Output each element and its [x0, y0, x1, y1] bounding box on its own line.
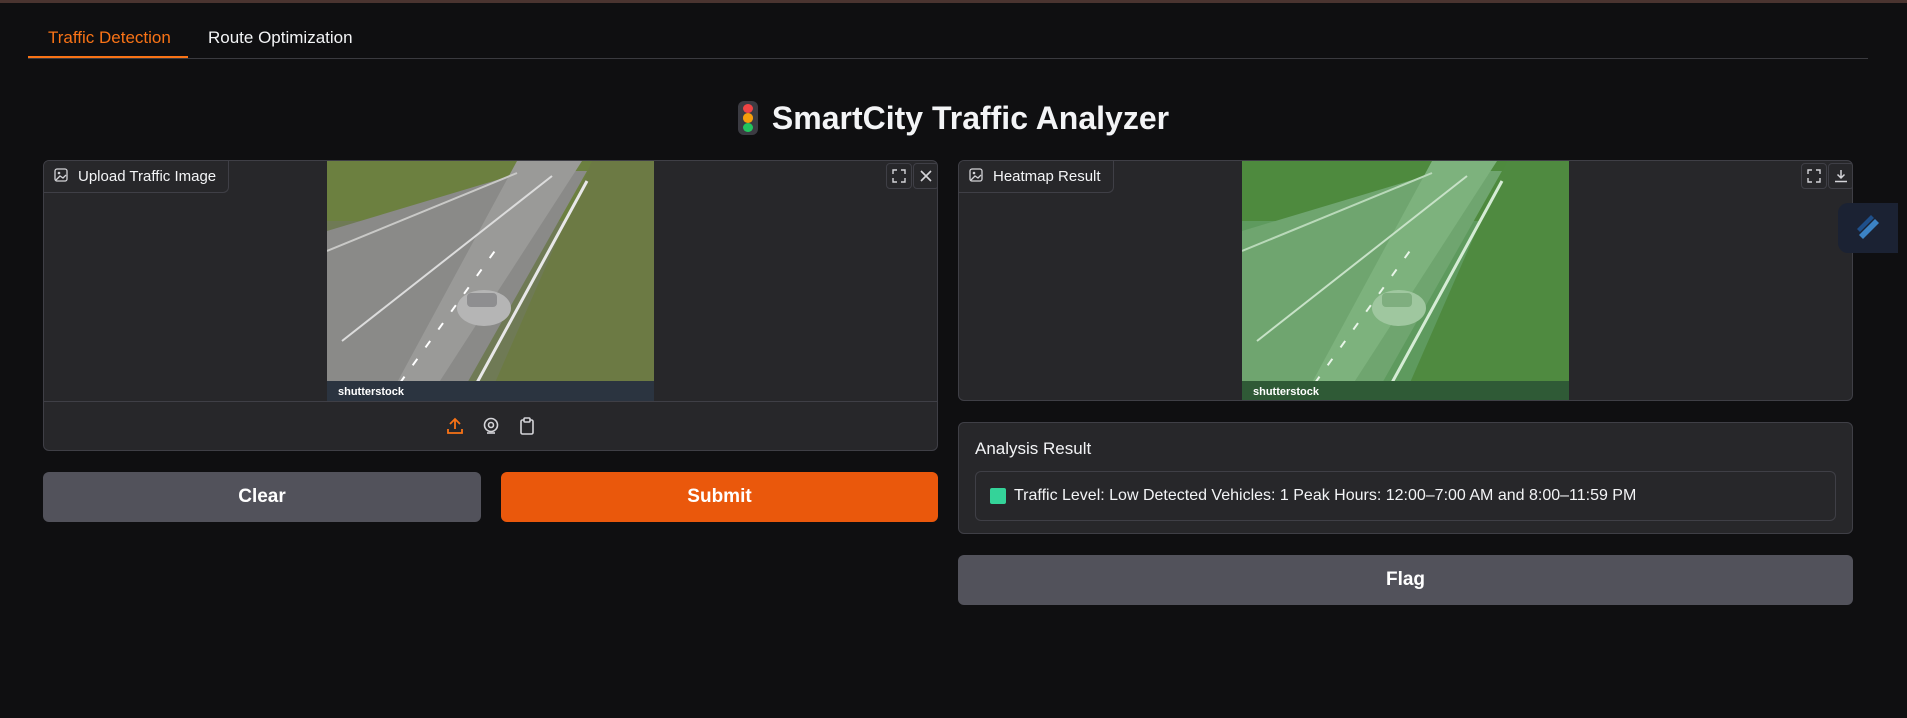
traffic-light-icon: [737, 101, 758, 135]
uploaded-traffic-image: shutterstock: [327, 161, 654, 401]
close-icon[interactable]: [913, 163, 937, 189]
heatmap-result-panel: Heatmap Result shutterstock: [958, 160, 1853, 401]
tab-route-optimization[interactable]: Route Optimization: [208, 28, 353, 48]
window-top-border: [0, 0, 1907, 3]
page-header: SmartCity Traffic Analyzer: [0, 98, 1907, 138]
heatmap-result-label: Heatmap Result: [959, 161, 1114, 193]
image-source-toolbar: [44, 401, 937, 450]
heatmap-result-image: shutterstock: [1242, 161, 1569, 400]
webcam-icon[interactable]: [481, 416, 501, 436]
image-watermark: shutterstock: [338, 386, 405, 398]
active-tab-indicator: [28, 56, 188, 58]
submit-button[interactable]: Submit: [501, 472, 938, 522]
pen-icon: [1853, 211, 1883, 246]
image-icon: [969, 167, 983, 186]
page-title: SmartCity Traffic Analyzer: [771, 99, 1170, 136]
floating-pen-widget[interactable]: [1838, 203, 1898, 253]
analysis-result-panel: Analysis Result Traffic Level: Low Detec…: [958, 422, 1853, 534]
tab-bar: Traffic Detection Route Optimization: [28, 18, 1868, 59]
upload-image-panel: Upload Traffic Image shutterstock: [43, 160, 938, 451]
upload-icon[interactable]: [445, 416, 465, 436]
tab-traffic-detection[interactable]: Traffic Detection: [48, 28, 171, 48]
image-watermark: shutterstock: [1253, 386, 1320, 398]
download-icon[interactable]: [1828, 163, 1852, 189]
upload-image-label: Upload Traffic Image: [44, 161, 230, 193]
flag-button[interactable]: Flag: [958, 555, 1853, 605]
image-icon: [54, 167, 68, 186]
analysis-result-text: Traffic Level: Low Detected Vehicles: 1 …: [1014, 487, 1637, 504]
clear-button[interactable]: Clear: [43, 472, 481, 522]
traffic-level-indicator: [990, 488, 1006, 504]
fullscreen-icon[interactable]: [886, 163, 912, 189]
clipboard-icon[interactable]: [517, 416, 537, 436]
fullscreen-icon[interactable]: [1801, 163, 1827, 189]
analysis-result-output: Traffic Level: Low Detected Vehicles: 1 …: [975, 471, 1836, 521]
analysis-result-label: Analysis Result: [975, 439, 1092, 458]
